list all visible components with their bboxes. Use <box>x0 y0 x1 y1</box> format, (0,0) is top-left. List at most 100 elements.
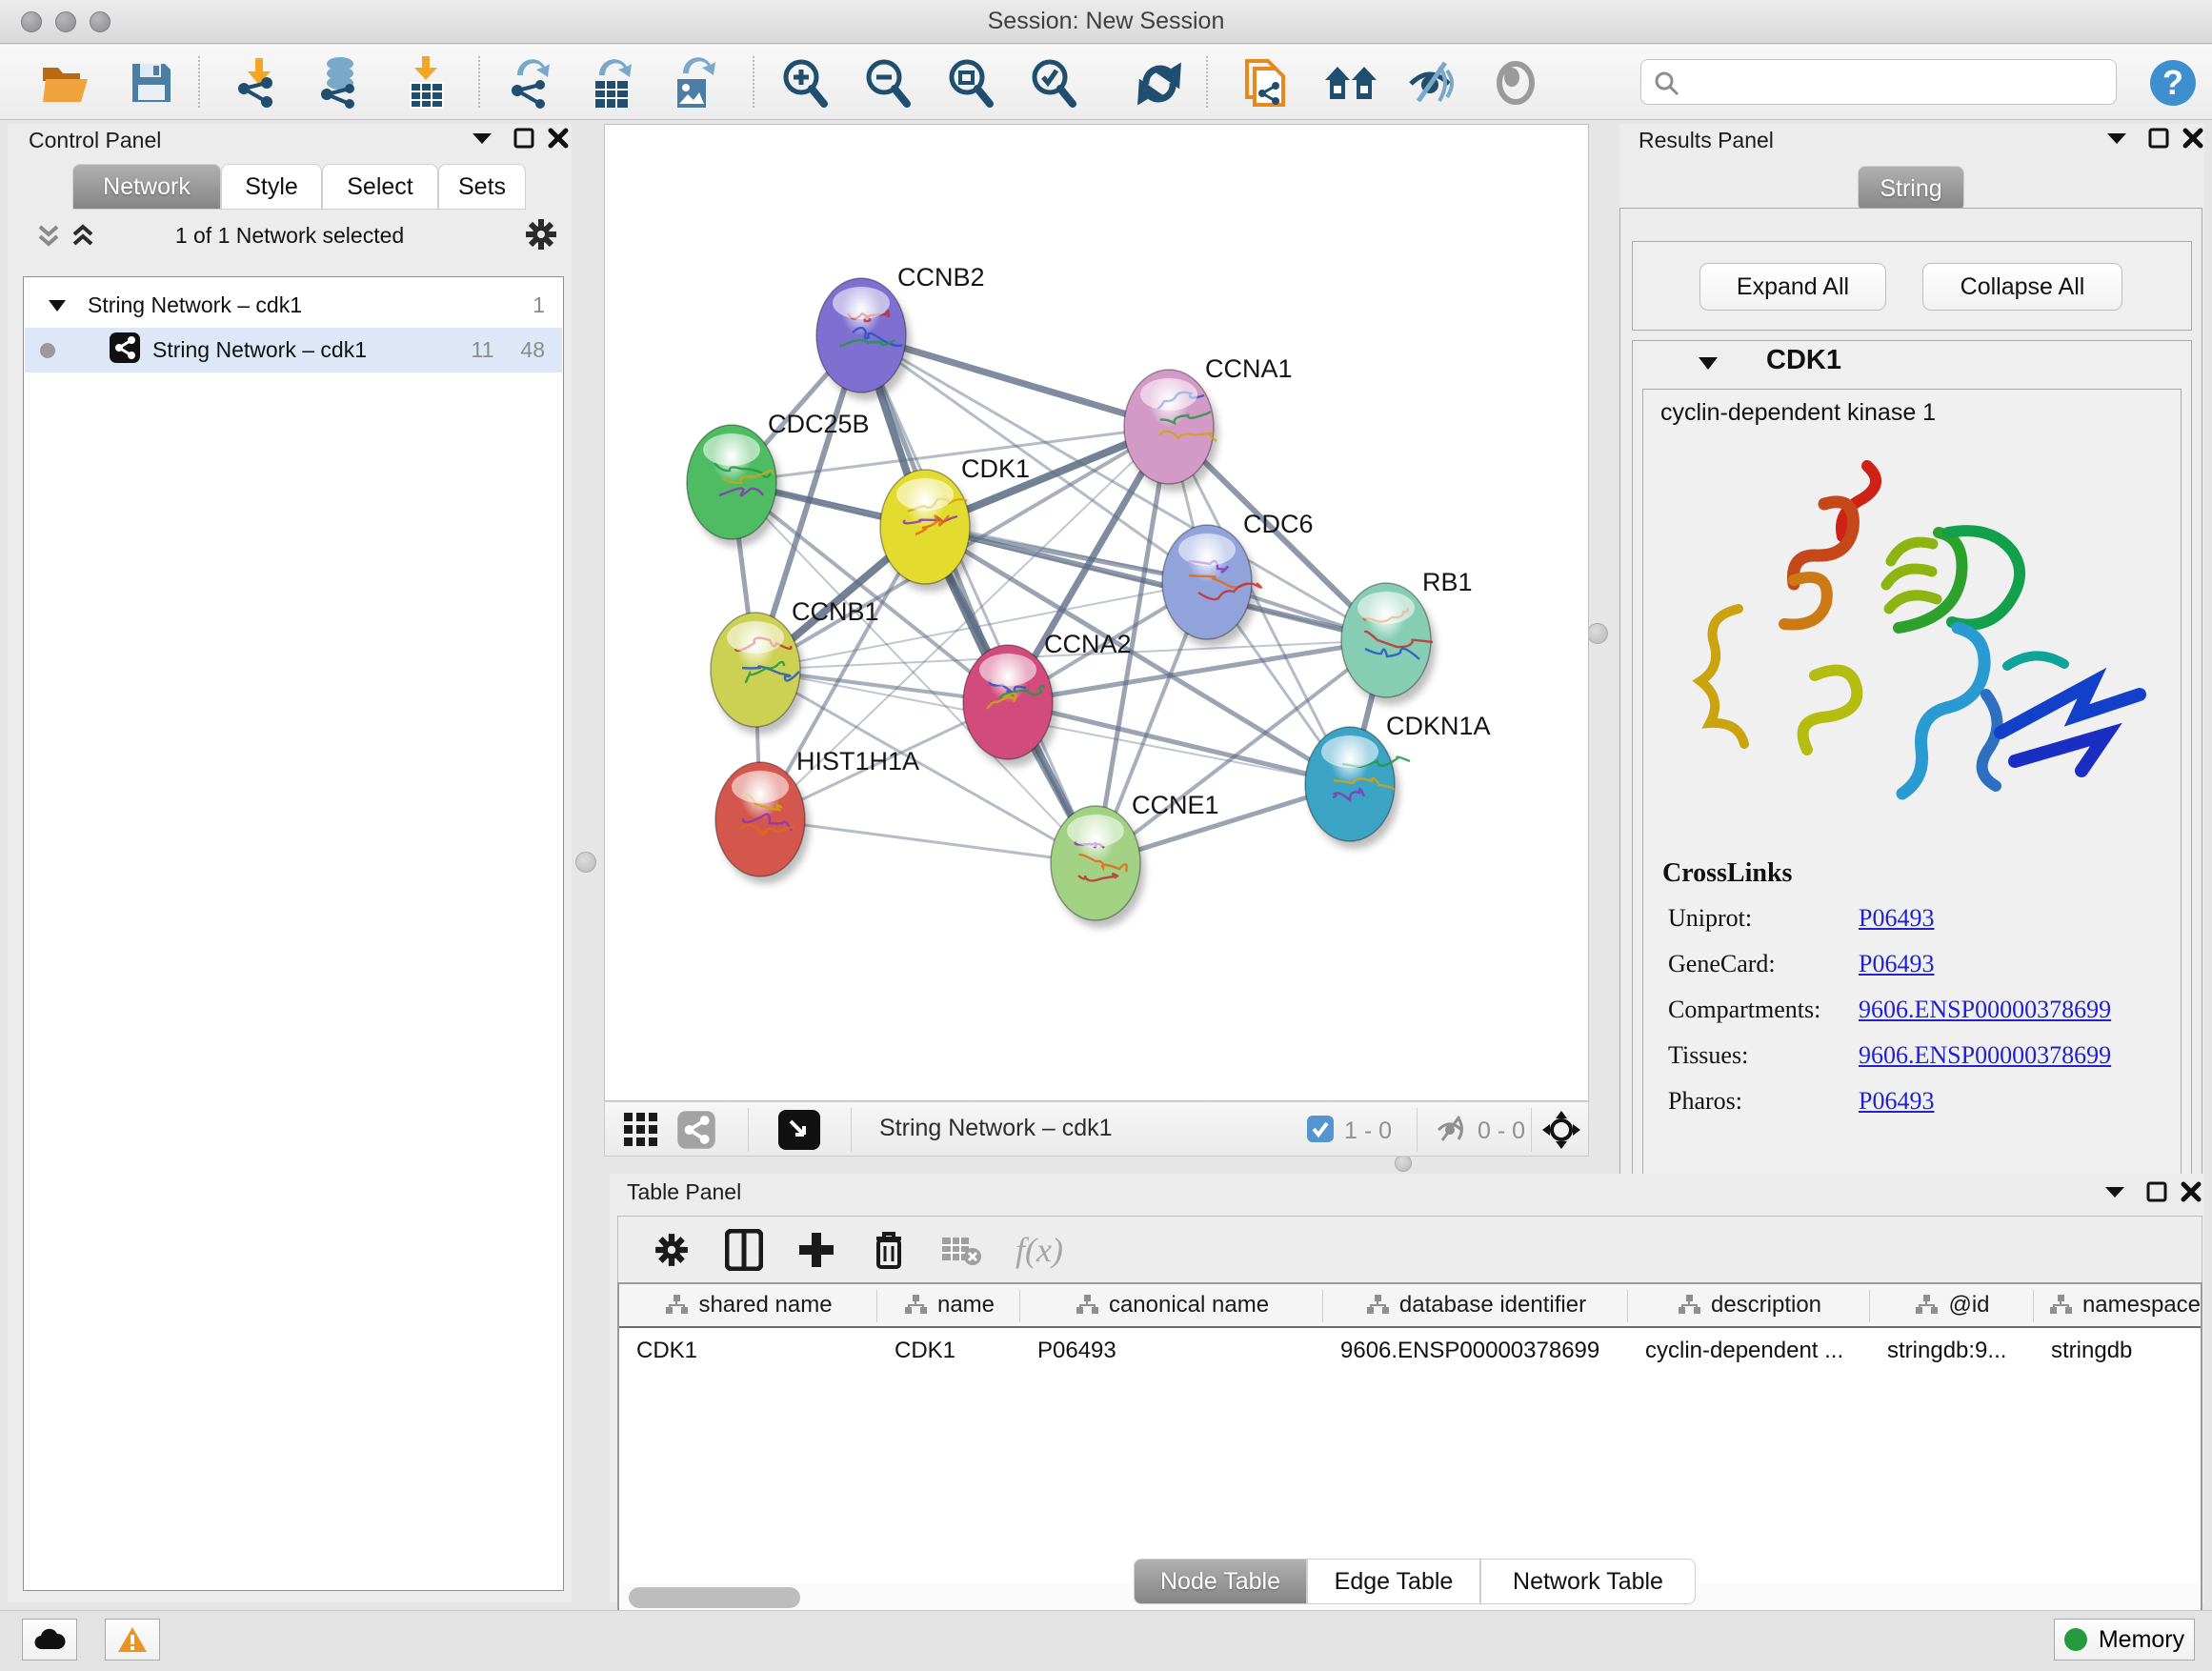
triangle-expander-icon[interactable] <box>1698 356 1719 375</box>
float-panel-icon[interactable] <box>507 124 541 152</box>
table-cell[interactable]: cyclin-dependent ... <box>1628 1330 1870 1372</box>
network-node-ccna1[interactable]: CCNA1 <box>1124 354 1293 492</box>
export-network-icon[interactable] <box>501 54 560 111</box>
cloud-icon[interactable] <box>22 1619 77 1661</box>
crosslink-link[interactable]: P06493 <box>1859 904 1934 933</box>
share-network-grey-icon[interactable] <box>675 1110 717 1150</box>
gear-icon[interactable] <box>645 1224 698 1276</box>
search-input[interactable] <box>1691 64 2101 100</box>
network-graph[interactable]: CCNB2CCNA1CDC25BCDK1CDC6RB1CCNB1CCNA2CDK… <box>605 125 1588 1100</box>
save-floppy-icon[interactable] <box>122 54 181 111</box>
network-node-ccne1[interactable]: CCNE1 <box>1051 791 1219 928</box>
expand-all-button[interactable]: Expand All <box>1699 263 1886 311</box>
collapse-all-button[interactable]: Collapse All <box>1922 263 2122 311</box>
column-header-shared-name[interactable]: shared name <box>619 1284 877 1328</box>
circular-arrows-icon[interactable] <box>1130 54 1189 111</box>
tab-string[interactable]: String <box>1858 166 1964 211</box>
memory-button[interactable]: Memory <box>2054 1619 2195 1661</box>
open-folder-icon[interactable] <box>36 54 95 111</box>
crosslink-link[interactable]: P06493 <box>1859 1087 1934 1116</box>
panel-menu-icon[interactable] <box>465 124 499 152</box>
column-header-database-identifier[interactable]: database identifier <box>1323 1284 1628 1328</box>
function-icon[interactable]: f(x) <box>1013 1224 1066 1276</box>
crosslink-link[interactable]: 9606.ENSP00000378699 <box>1859 1041 2111 1070</box>
panel-menu-icon[interactable] <box>2098 1178 2132 1206</box>
network-node-hist1h1a[interactable]: HIST1H1A <box>715 747 919 884</box>
column-header-namespace[interactable]: namespace <box>2034 1284 2202 1328</box>
column-header-name[interactable]: name <box>877 1284 1020 1328</box>
birdseye-view-icon[interactable] <box>778 1110 820 1150</box>
node-label: CCNA1 <box>1205 354 1293 383</box>
network-row-selected[interactable]: String Network – cdk1 11 48 <box>25 328 562 372</box>
crosslink-link[interactable]: 9606.ENSP00000378699 <box>1859 996 2111 1024</box>
table-cell[interactable]: CDK1 <box>619 1330 877 1372</box>
zoom-in-icon[interactable] <box>775 54 835 111</box>
crosslinks-title: CrossLinks <box>1662 858 1792 889</box>
plus-icon[interactable] <box>790 1224 843 1276</box>
triangle-expander-icon[interactable] <box>48 292 67 318</box>
zoom-fit-icon[interactable] <box>941 54 1000 111</box>
table-cell[interactable]: 9606.ENSP00000378699 <box>1323 1330 1628 1372</box>
table-cell[interactable]: P06493 <box>1020 1330 1323 1372</box>
copy-network-icon[interactable] <box>1237 54 1296 111</box>
network-canvas[interactable]: CCNB2CCNA1CDC25BCDK1CDC6RB1CCNB1CCNA2CDK… <box>604 124 1589 1101</box>
help-icon[interactable]: ? <box>2143 54 2202 111</box>
import-database-icon[interactable] <box>311 54 370 111</box>
eye-slash-icon[interactable] <box>1404 54 1463 111</box>
float-panel-icon[interactable] <box>2140 1178 2174 1206</box>
trash-icon[interactable] <box>862 1224 915 1276</box>
scrollbar-thumb[interactable] <box>629 1587 800 1608</box>
tab-node-table[interactable]: Node Table <box>1134 1559 1307 1604</box>
close-panel-icon[interactable] <box>2176 124 2210 152</box>
panel-menu-icon[interactable] <box>2100 124 2134 152</box>
network-node-cdc25b[interactable]: CDC25B <box>687 410 870 547</box>
close-panel-icon[interactable] <box>541 124 575 152</box>
tab-network-table[interactable]: Network Table <box>1480 1559 1696 1604</box>
move-crosshair-icon[interactable] <box>1540 1110 1582 1150</box>
table-cell[interactable]: CDK1 <box>877 1330 1020 1372</box>
zoom-selected-icon[interactable] <box>1024 54 1083 111</box>
vertical-splitter-grip[interactable] <box>575 852 596 873</box>
vertical-splitter-grip[interactable] <box>1587 623 1608 644</box>
selected-checkbox-icon[interactable] <box>1306 1115 1335 1148</box>
network-node-rb1[interactable]: RB1 <box>1341 568 1473 705</box>
crosslink-link[interactable]: P06493 <box>1859 950 1934 978</box>
delete-table-icon[interactable] <box>935 1224 988 1276</box>
network-node-ccna2[interactable]: CCNA2 <box>963 630 1132 767</box>
zoom-out-icon[interactable] <box>858 54 917 111</box>
network-edge[interactable] <box>861 335 1096 863</box>
grid-view-icon[interactable] <box>620 1110 662 1150</box>
export-image-icon[interactable] <box>665 54 724 111</box>
eye-icon[interactable] <box>1486 54 1545 111</box>
split-columns-icon[interactable] <box>717 1224 771 1276</box>
network-node-cdc6[interactable]: CDC6 <box>1162 510 1314 647</box>
network-collection-row[interactable]: String Network – cdk1 1 <box>25 283 562 328</box>
column-header-description[interactable]: description <box>1628 1284 1870 1328</box>
tab-sets[interactable]: Sets <box>438 164 526 210</box>
float-panel-icon[interactable] <box>2142 124 2176 152</box>
close-panel-icon[interactable] <box>2174 1178 2208 1206</box>
tab-network[interactable]: Network <box>72 164 221 210</box>
column-header--id[interactable]: @id <box>1870 1284 2034 1328</box>
node-label: CCNA2 <box>1044 630 1132 658</box>
import-network-icon[interactable] <box>229 54 288 111</box>
tab-select[interactable]: Select <box>322 164 438 210</box>
horizontal-splitter-grip[interactable] <box>1395 1155 1412 1172</box>
search-box <box>1640 59 2117 105</box>
network-edge[interactable] <box>1008 702 1350 784</box>
houses-icon[interactable] <box>1322 54 1381 111</box>
gear-icon[interactable] <box>524 217 558 256</box>
network-node-ccnb2[interactable]: CCNB2 <box>816 263 985 400</box>
export-table-icon[interactable] <box>583 54 642 111</box>
hidden-eye-slash-icon[interactable] <box>1436 1115 1468 1148</box>
tab-style[interactable]: Style <box>221 164 322 210</box>
import-table-icon[interactable] <box>396 54 455 111</box>
network-edge[interactable] <box>760 819 1096 863</box>
table-cell[interactable]: stringdb:9... <box>1870 1330 2034 1372</box>
node-label: RB1 <box>1422 568 1473 596</box>
table-cell[interactable]: stringdb <box>2034 1330 2202 1372</box>
column-header-canonical-name[interactable]: canonical name <box>1020 1284 1323 1328</box>
network-node-cdkn1a[interactable]: CDKN1A <box>1305 712 1491 849</box>
warning-icon[interactable] <box>105 1619 160 1661</box>
tab-edge-table[interactable]: Edge Table <box>1307 1559 1480 1604</box>
